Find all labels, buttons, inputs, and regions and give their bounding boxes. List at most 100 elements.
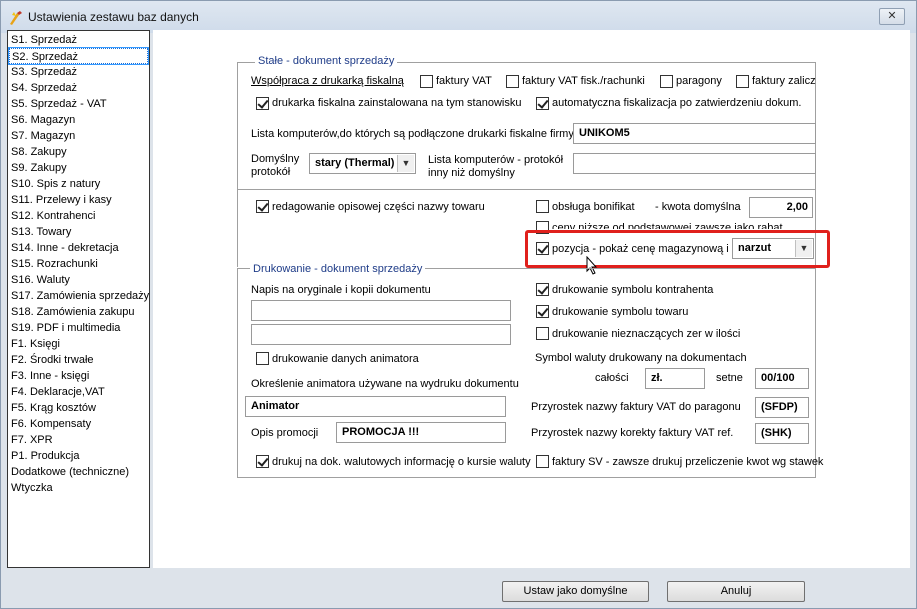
computers-list-field[interactable]: UNIKOM5 <box>573 123 816 144</box>
sidebar-item[interactable]: P1. Produkcja <box>9 448 148 464</box>
window-title: Ustawienia zestawu baz danych <box>28 10 199 24</box>
calosci-label: całości <box>595 372 629 384</box>
group-sales-fixed-title: Stałe - dokument sprzedaży <box>255 55 398 68</box>
sidebar-item[interactable]: S16. Waluty <box>9 272 148 288</box>
sidebar-item[interactable]: S14. Inne - dekretacja <box>9 240 148 256</box>
checkbox-dane-animatora-label: drukowanie danych animatora <box>272 353 419 365</box>
sidebar-item[interactable]: S10. Spis z natury <box>9 176 148 192</box>
kwota-domyslna-label: - kwota domyślna <box>655 201 741 213</box>
protocol-label-line1: Domyślny <box>251 153 300 165</box>
sidebar-item[interactable]: S5. Sprzedaż - VAT <box>9 96 148 112</box>
highlight-box <box>525 230 830 268</box>
sidebar-item[interactable]: F1. Księgi <box>9 336 148 352</box>
checkbox-bonifikat[interactable] <box>536 200 549 213</box>
checkbox-symbol-towaru-label: drukowanie symbolu towaru <box>552 306 689 318</box>
title-bar: Ustawienia zestawu baz danych ✕ <box>1 1 916 33</box>
sidebar-item[interactable]: F3. Inne - księgi <box>9 368 148 384</box>
przyrostek-korekty-label: Przyrostek nazwy korekty faktury VAT ref… <box>531 427 734 439</box>
checkbox-kurs-waluty-label: drukuj na dok. walutowych informację o k… <box>272 456 531 468</box>
sidebar-item[interactable]: Wtyczka <box>9 480 148 496</box>
opis-promocji-field[interactable]: PROMOCJA !!! <box>336 422 506 443</box>
divider <box>237 189 816 190</box>
sidebar-item[interactable]: S2. Sprzedaż <box>8 47 149 65</box>
sidebar-item[interactable]: S11. Przelewy i kasy <box>9 192 148 208</box>
chevron-down-icon[interactable]: ▼ <box>397 155 414 172</box>
checkbox-auto-fiskalizacja-label: automatyczna fiskalizacja po zatwierdzen… <box>552 97 802 109</box>
checkbox-drukarka-fiskalna-label: drukarka fiskalna zainstalowana na tym s… <box>272 97 522 109</box>
przyrostek-vat-label: Przyrostek nazwy faktury VAT do paragonu <box>531 401 741 413</box>
checkbox-symbol-kontrahenta[interactable] <box>536 283 549 296</box>
sidebar-item[interactable]: S7. Magazyn <box>9 128 148 144</box>
checkbox-redagowanie-label: redagowanie opisowej części nazwy towaru <box>272 201 485 213</box>
settings-window: Ustawienia zestawu baz danych ✕ S1. Sprz… <box>0 0 917 609</box>
sidebar-item[interactable]: S15. Rozrachunki <box>9 256 148 272</box>
sidebar-item[interactable]: S17. Zamówienia sprzedaży <box>9 288 149 304</box>
sidebar-item[interactable]: F6. Kompensaty <box>9 416 148 432</box>
przyrostek-vat-field[interactable]: (SFDP) <box>755 397 809 418</box>
close-button[interactable]: ✕ <box>879 8 905 25</box>
checkbox-faktury-zalicz[interactable] <box>736 75 749 88</box>
checkbox-kurs-waluty[interactable] <box>256 455 269 468</box>
protocol-select[interactable]: stary (Thermal) ▼ <box>309 153 416 174</box>
protocol-label-line2: protokół <box>251 166 291 178</box>
button-bar: Ustaw jako domyślne Anuluj <box>1 568 916 608</box>
checkbox-faktury-sv[interactable] <box>536 455 549 468</box>
sidebar-item[interactable]: S1. Sprzedaż <box>9 32 148 48</box>
sidebar-item[interactable]: S4. Sprzedaż <box>9 80 148 96</box>
computers-list-label: Lista komputerów,do których są podłączon… <box>251 128 574 140</box>
sidebar-item[interactable]: S8. Zakupy <box>9 144 148 160</box>
napis-label: Napis na oryginale i kopii dokumentu <box>251 284 431 296</box>
checkbox-nieznaczace-zera-label: drukowanie nieznaczących zer w ilości <box>552 328 741 340</box>
settings-panel: Stałe - dokument sprzedaży Współpraca z … <box>153 30 910 568</box>
other-protocol-label-line2: inny niż domyślny <box>428 167 515 179</box>
sidebar-item[interactable]: S12. Kontrahenci <box>9 208 148 224</box>
checkbox-paragony[interactable] <box>660 75 673 88</box>
set-default-button[interactable]: Ustaw jako domyślne <box>502 581 649 602</box>
checkbox-redagowanie[interactable] <box>256 200 269 213</box>
setne-label: setne <box>716 372 743 384</box>
checkbox-ceny-nizsze-label: ceny niższe od podstawowej zawsze jako r… <box>552 222 783 229</box>
group-sales-printing-title: Drukowanie - dokument sprzedaży <box>250 263 426 276</box>
animator-field[interactable]: Animator <box>245 396 506 417</box>
animator-label: Określenie animatora używane na wydruku … <box>251 378 519 390</box>
przyrostek-korekty-field[interactable]: (SHK) <box>755 423 809 444</box>
checkbox-auto-fiskalizacja[interactable] <box>536 97 549 110</box>
sidebar-item[interactable]: F2. Środki trwałe <box>9 352 148 368</box>
fiscal-printer-label: Współpraca z drukarką fiskalną <box>251 75 404 87</box>
checkbox-paragony-label: paragony <box>676 75 722 87</box>
napis-field-1[interactable] <box>251 300 511 321</box>
kwota-domyslna-field[interactable]: 2,00 <box>749 197 813 218</box>
checkbox-dane-animatora[interactable] <box>256 352 269 365</box>
checkbox-faktury-vat-label: faktury VAT <box>436 75 492 87</box>
checkbox-bonifikat-label: obsługa bonifikat <box>552 201 635 213</box>
protocol-select-value: stary (Thermal) <box>315 157 395 169</box>
symbol-waluty-label: Symbol waluty drukowany na dokumentach <box>535 352 747 364</box>
checkbox-faktury-zalicz-label: faktury zalicz <box>752 75 816 87</box>
sidebar-item[interactable]: S13. Towary <box>9 224 148 240</box>
sidebar-item[interactable]: F5. Krąg kosztów <box>9 400 148 416</box>
sidebar-item[interactable]: S3. Sprzedaż <box>9 64 148 80</box>
sidebar-item[interactable]: S9. Zakupy <box>9 160 148 176</box>
opis-promocji-label: Opis promocji <box>251 427 319 439</box>
app-icon <box>10 11 22 25</box>
checkbox-drukarka-fiskalna[interactable] <box>256 97 269 110</box>
sidebar-item[interactable]: Dodatkowe (techniczne) <box>9 464 148 480</box>
checkbox-nieznaczace-zera[interactable] <box>536 327 549 340</box>
category-list[interactable]: S1. Sprzedaż S2. Sprzedaż S3. Sprzedaż S4. … <box>7 30 150 568</box>
checkbox-faktury-vat[interactable] <box>420 75 433 88</box>
calosci-field[interactable]: zł. <box>645 368 705 389</box>
sidebar-item[interactable]: F4. Deklaracje,VAT <box>9 384 148 400</box>
setne-field[interactable]: 00/100 <box>755 368 809 389</box>
checkbox-faktury-vat-fisk-label: faktury VAT fisk./rachunki <box>522 75 645 87</box>
cancel-button[interactable]: Anuluj <box>667 581 805 602</box>
checkbox-faktury-vat-fisk[interactable] <box>506 75 519 88</box>
sidebar-item[interactable]: S18. Zamówienia zakupu <box>9 304 148 320</box>
other-protocol-label-line1: Lista komputerów - protokół <box>428 154 564 166</box>
sidebar-item[interactable]: F7. XPR <box>9 432 148 448</box>
other-protocol-field[interactable] <box>573 153 816 174</box>
sidebar-item[interactable]: S19. PDF i multimedia <box>9 320 148 336</box>
checkbox-symbol-towaru[interactable] <box>536 305 549 318</box>
napis-field-2[interactable] <box>251 324 511 345</box>
sidebar-item[interactable]: S6. Magazyn <box>9 112 148 128</box>
checkbox-symbol-kontrahenta-label: drukowanie symbolu kontrahenta <box>552 284 714 296</box>
